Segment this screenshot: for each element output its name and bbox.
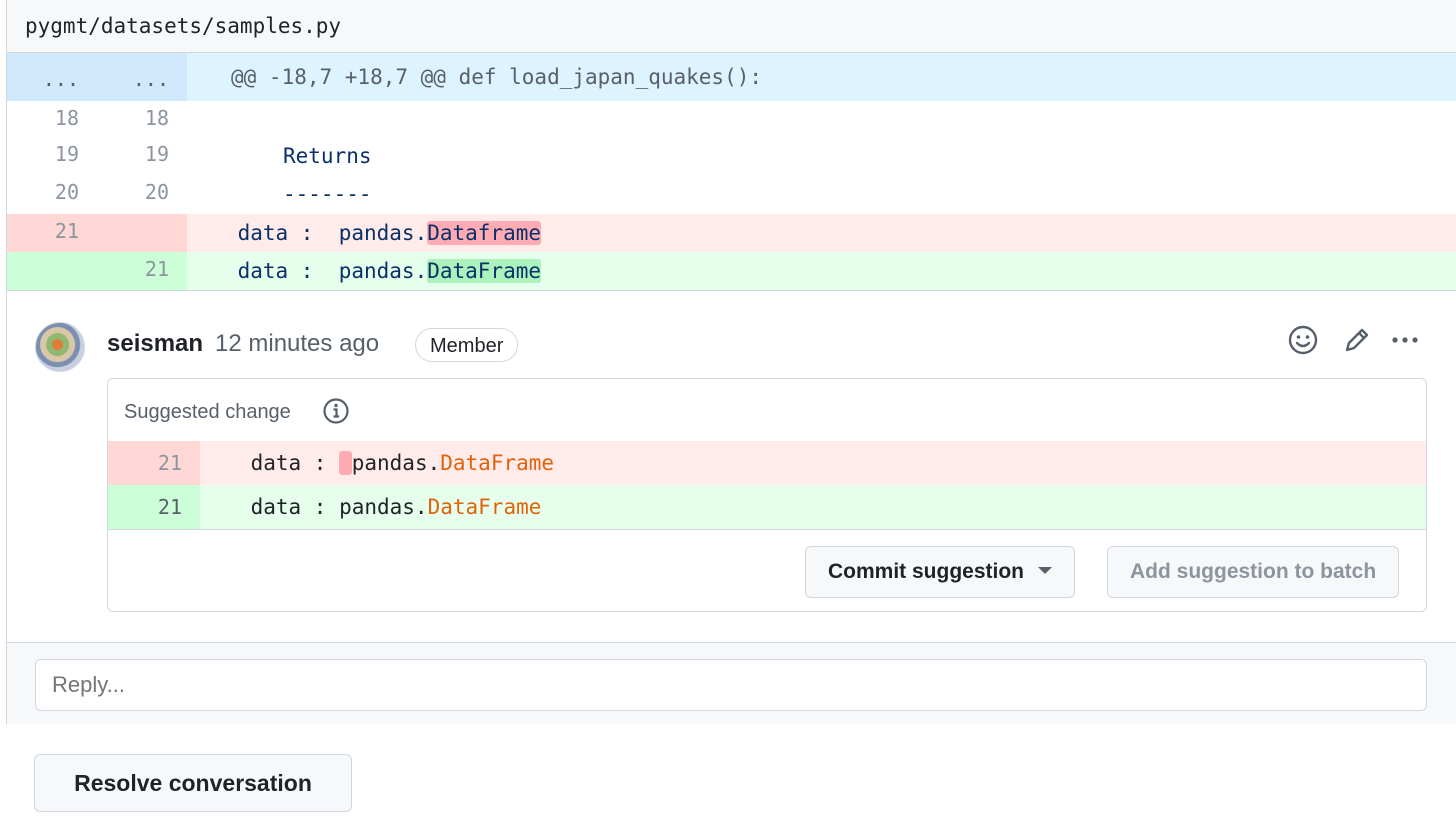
pencil-icon[interactable] (1339, 322, 1375, 358)
add-suggestion-to-batch-button[interactable]: Add suggestion to batch (1107, 546, 1400, 598)
new-line-number[interactable]: 20 (97, 175, 187, 213)
code-prefix: data : (200, 451, 340, 475)
code-name: DataFrame (440, 451, 555, 475)
suggested-change-box: Suggested change 21 data : pandas.DataFr… (107, 378, 1427, 612)
hunk-header: ... ... @@ -18,7 +18,7 @@ def load_japan… (7, 53, 1456, 101)
triangle-down-icon (1038, 567, 1053, 575)
suggestion-added-line: 21 data : pandas.DataFrame (108, 485, 1426, 529)
line-number: 21 (157, 451, 182, 475)
commit-suggestion-label: Commit suggestion (828, 560, 1025, 583)
resolve-conversation-button[interactable]: Resolve conversation (34, 754, 352, 812)
review-thread-panel: pygmt/datasets/samples.py ... ... @@ -18… (6, 0, 1456, 724)
commit-suggestion-button[interactable]: Commit suggestion (805, 546, 1076, 598)
suggested-change-title: Suggested change (124, 401, 291, 423)
smiley-icon[interactable] (1285, 322, 1321, 358)
line-code: Returns (283, 144, 372, 168)
line-code: data : pandas.DataFrame (200, 485, 1426, 529)
diff-line: 19 19 Returns (7, 137, 1456, 175)
kebab-horizontal-icon[interactable] (1387, 322, 1423, 358)
suggestion-removed-line: 21 data : pandas.DataFrame (108, 441, 1426, 485)
file-path[interactable]: pygmt/datasets/samples.py (25, 14, 341, 38)
line-code: data : pandas.DataFrame (200, 441, 1426, 485)
comment-time[interactable]: 12 minutes ago (215, 330, 379, 358)
old-line-number[interactable]: 21 (7, 214, 97, 252)
line-code: data : pandas.Dataframe (187, 214, 1456, 252)
code-prefix: data : pandas. (187, 221, 428, 245)
code-prefix: data : pandas. (187, 259, 428, 283)
divider (108, 529, 1426, 530)
divider (7, 290, 1456, 291)
old-line-number[interactable]: 20 (7, 175, 97, 213)
code-prefix: data : (200, 495, 340, 519)
line-code: ------- (283, 182, 372, 206)
new-line-number[interactable]: 18 (97, 101, 187, 139)
add-to-batch-label: Add suggestion to batch (1130, 560, 1377, 583)
line-code: data : pandas.DataFrame (187, 252, 1456, 290)
line-number: 21 (157, 495, 182, 519)
hunk-expand-old[interactable]: ... (7, 53, 97, 101)
member-badge: Member (415, 328, 519, 362)
hunk-text: @@ -18,7 +18,7 @@ def load_japan_quakes(… (231, 65, 763, 89)
code-name: DataFrame (427, 495, 542, 519)
old-line-number[interactable]: 19 (7, 137, 97, 175)
diff-line: 20 20 ------- (7, 175, 1456, 213)
reply-input[interactable] (35, 659, 1427, 711)
info-icon[interactable] (322, 397, 350, 425)
old-line-number[interactable]: 18 (7, 101, 97, 139)
hunk-expand-new[interactable]: ... (97, 53, 187, 101)
reply-area (7, 642, 1456, 724)
added-line: 21 data : pandas.DataFrame (7, 252, 1456, 290)
comment-author[interactable]: seisman (107, 330, 203, 358)
removed-space (339, 451, 352, 475)
code-module: pandas. (351, 451, 441, 475)
code-module: pandas. (339, 495, 428, 519)
new-line-number[interactable]: 21 (97, 252, 187, 290)
deleted-line: 21 data : pandas.Dataframe (7, 214, 1456, 252)
diff-line: 18 18 (7, 101, 1456, 139)
avatar[interactable] (35, 322, 85, 372)
added-token: DataFrame (427, 259, 542, 283)
file-header: pygmt/datasets/samples.py (7, 0, 1456, 53)
removed-token: Dataframe (427, 221, 542, 245)
new-line-number[interactable]: 19 (97, 137, 187, 175)
